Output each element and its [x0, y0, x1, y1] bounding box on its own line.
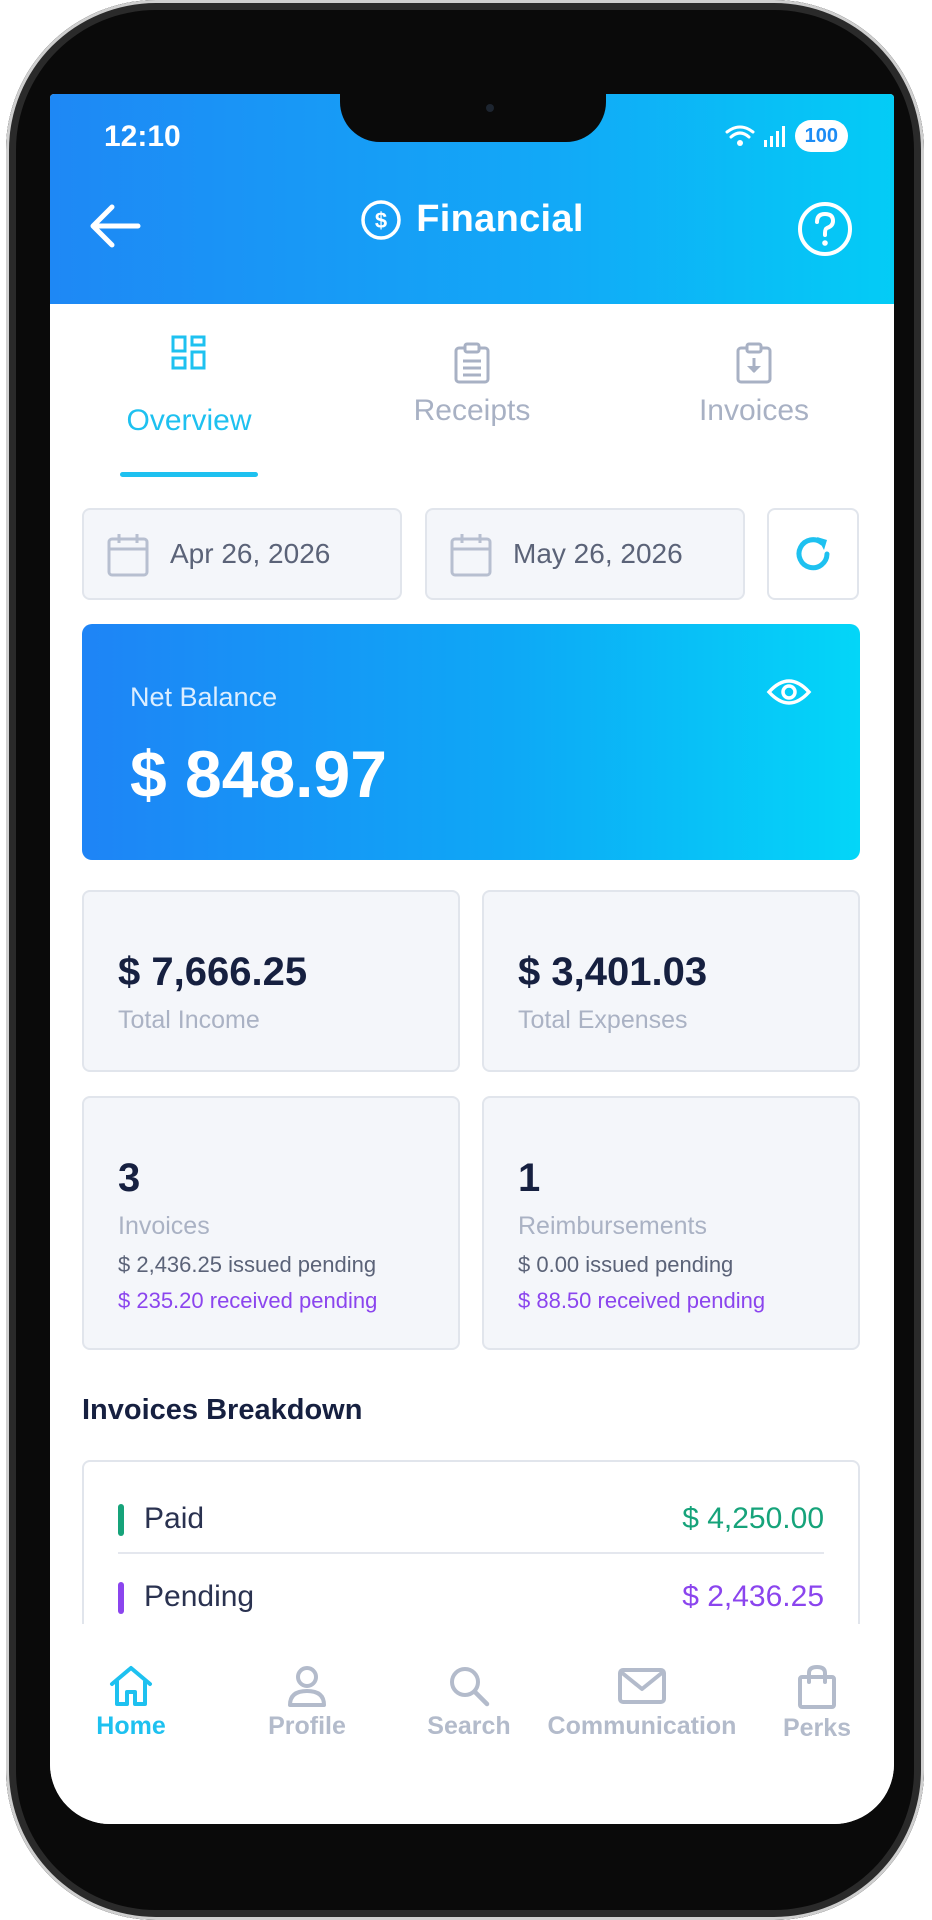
clipboard-icon	[454, 342, 490, 384]
shopping-bag-icon	[798, 1664, 836, 1709]
pending-label: Pending	[144, 1580, 255, 1613]
paid-amount: $ 4,250.00	[682, 1502, 824, 1535]
nav-search[interactable]: Search	[384, 1664, 554, 1741]
battery-indicator: 100	[794, 120, 848, 152]
start-date-picker[interactable]: Apr 26, 2026	[82, 508, 402, 600]
nav-communication-label: Communication	[547, 1712, 737, 1740]
nav-perks[interactable]: Perks	[742, 1664, 892, 1743]
paid-indicator-bar	[118, 1504, 124, 1536]
user-icon	[288, 1666, 326, 1707]
invoices-breakdown-title: Invoices Breakdown	[82, 1394, 363, 1426]
total-expenses-card: $ 3,401.03 Total Expenses	[482, 890, 860, 1072]
start-date-value: Apr 26, 2026	[170, 538, 331, 569]
active-tab-indicator	[120, 472, 258, 477]
tab-invoices-label: Invoices	[698, 394, 810, 427]
phone-frame: 12:10 100 $ Financial Overview Receipts …	[6, 0, 924, 1920]
tab-receipts[interactable]: Receipts	[362, 304, 582, 480]
pending-amount: $ 2,436.25	[682, 1580, 824, 1613]
end-date-picker[interactable]: May 26, 2026	[425, 508, 745, 600]
nav-home-label: Home	[96, 1712, 166, 1740]
total-expenses-value: $ 3,401.03	[518, 950, 708, 994]
tab-bar: Overview Receipts Invoices	[50, 304, 894, 480]
header-title-group: $ Financial	[50, 198, 894, 241]
reimbursements-issued-pending: $ 0.00 issued pending	[518, 1252, 734, 1277]
tab-overview-label: Overview	[126, 404, 252, 437]
tab-overview[interactable]: Overview	[79, 304, 299, 480]
nav-profile-label: Profile	[268, 1712, 346, 1740]
help-icon[interactable]	[796, 200, 854, 258]
invoices-count: 3	[118, 1156, 141, 1200]
status-time: 12:10	[104, 120, 181, 153]
reimbursements-received-pending: $ 88.50 received pending	[518, 1288, 766, 1313]
total-income-value: $ 7,666.25	[118, 950, 308, 994]
pending-indicator-bar	[118, 1582, 124, 1614]
mail-icon	[618, 1668, 666, 1704]
invoices-issued-pending: $ 2,436.25 issued pending	[118, 1252, 377, 1277]
invoices-summary-card[interactable]: 3 Invoices $ 2,436.25 issued pending $ 2…	[82, 1096, 460, 1350]
refresh-icon	[796, 537, 830, 571]
grid-icon	[171, 335, 206, 370]
bottom-navigation: Home Profile Search Communication Perks	[50, 1624, 894, 1824]
signal-icon	[763, 126, 785, 147]
calendar-icon	[450, 534, 492, 577]
breakdown-row-paid[interactable]: Paid $ 4,250.00	[118, 1486, 824, 1556]
invoices-received-pending: $ 235.20 received pending	[118, 1288, 378, 1313]
row-divider	[118, 1552, 824, 1554]
nav-communication[interactable]: Communication	[537, 1664, 747, 1741]
net-balance-card: Net Balance $ 848.97	[82, 624, 860, 860]
dollar-circle-icon: $	[361, 199, 402, 240]
refresh-button[interactable]	[767, 508, 859, 600]
invoice-download-icon	[736, 342, 772, 384]
calendar-icon	[107, 534, 149, 577]
end-date-value: May 26, 2026	[513, 538, 683, 569]
net-balance-label: Net Balance	[130, 682, 278, 712]
status-icons: 100	[725, 120, 848, 152]
nav-profile[interactable]: Profile	[222, 1664, 392, 1741]
invoices-label: Invoices	[118, 1212, 210, 1240]
total-expenses-label: Total Expenses	[518, 1006, 688, 1034]
tab-receipts-label: Receipts	[413, 394, 531, 427]
nav-search-label: Search	[427, 1712, 511, 1740]
reimbursements-label: Reimbursements	[518, 1212, 707, 1240]
app-screen: 12:10 100 $ Financial Overview Receipts …	[50, 94, 894, 1824]
svg-text:$: $	[375, 208, 387, 233]
nav-home[interactable]: Home	[50, 1664, 216, 1741]
paid-label: Paid	[144, 1502, 205, 1535]
tab-invoices[interactable]: Invoices	[644, 304, 864, 480]
total-income-card: $ 7,666.25 Total Income	[82, 890, 460, 1072]
total-income-label: Total Income	[118, 1006, 260, 1034]
search-icon	[450, 1667, 490, 1707]
reimbursements-summary-card[interactable]: 1 Reimbursements $ 0.00 issued pending $…	[482, 1096, 860, 1350]
eye-icon[interactable]	[766, 676, 812, 708]
reimbursements-count: 1	[518, 1156, 541, 1200]
nav-perks-label: Perks	[782, 1714, 852, 1742]
home-icon	[110, 1666, 152, 1706]
notch	[340, 94, 606, 142]
wifi-icon	[725, 125, 755, 146]
page-title: Financial	[416, 198, 584, 240]
net-balance-value: $ 848.97	[130, 737, 387, 811]
